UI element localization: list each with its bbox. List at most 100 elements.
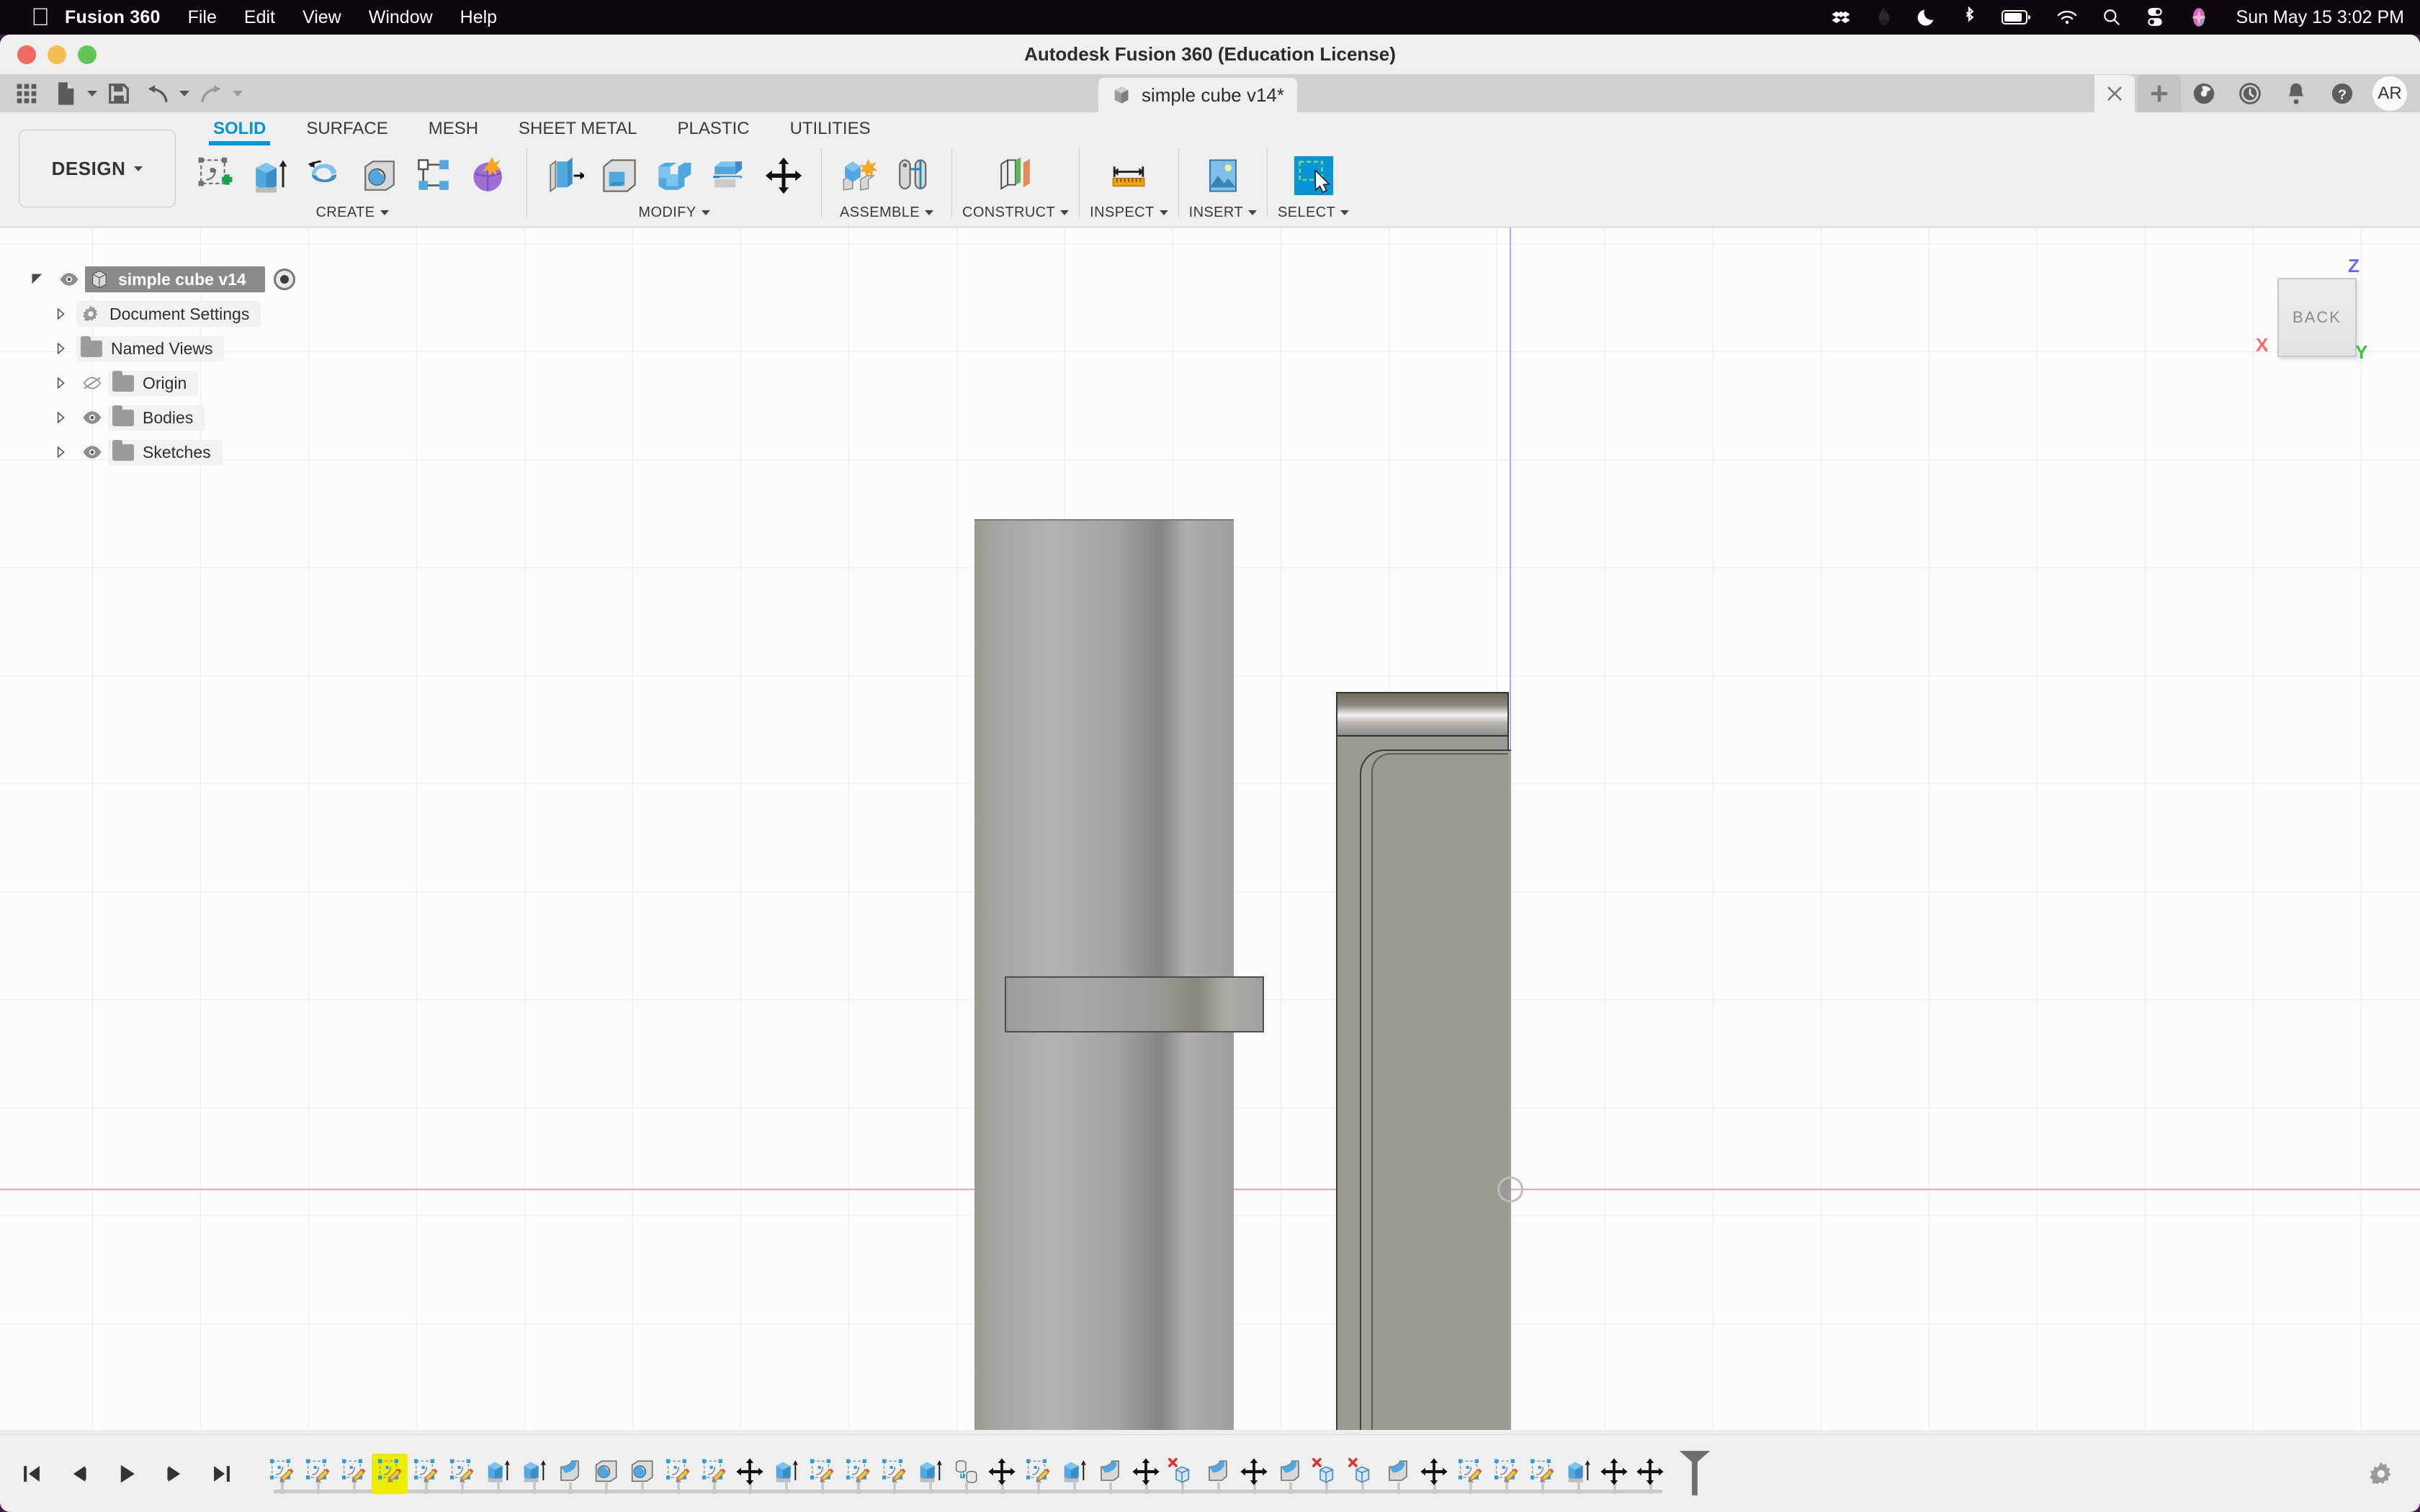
go-to-beginning-icon[interactable] [14,1455,49,1493]
expand-arrow-icon[interactable] [45,411,76,424]
timeline-feature[interactable] [984,1454,1020,1494]
activate-component-radio[interactable] [273,269,295,290]
create-form-icon[interactable] [462,149,516,202]
timeline-feature[interactable] [948,1454,984,1494]
browser-root-label-wrap[interactable]: simple cube v14 [85,266,265,292]
timeline-feature[interactable] [372,1453,408,1494]
panel-select-label[interactable]: SELECT [1278,204,1350,221]
expand-arrow-icon[interactable] [45,307,76,320]
visibility-icon[interactable] [53,272,85,287]
timeline-feature[interactable] [1128,1454,1164,1494]
siri-icon[interactable] [2189,0,2209,35]
timeline-feature[interactable] [588,1454,624,1494]
timeline-feature[interactable] [1056,1454,1092,1494]
browser-item-origin[interactable]: Origin [22,366,324,400]
view-cube[interactable]: BACK Z X Y [2240,249,2391,386]
timeline-feature[interactable] [336,1454,372,1494]
view-cube-face[interactable]: BACK [2277,278,2357,357]
panel-construct-label[interactable]: CONSTRUCT [962,204,1070,221]
timeline-feature[interactable] [1272,1454,1308,1494]
timeline-feature[interactable] [1200,1454,1236,1494]
panel-insert-label[interactable]: INSERT [1189,204,1258,221]
timeline-feature[interactable] [1632,1454,1668,1494]
new-component-icon[interactable] [832,149,887,202]
origin-point[interactable] [1497,1176,1523,1202]
avatar[interactable]: AR [2372,76,2407,111]
timeline-playhead[interactable] [1674,1448,1716,1502]
timeline-feature[interactable] [732,1454,768,1494]
browser-item-root[interactable]: simple cube v14 [22,262,324,297]
hole-icon[interactable] [352,149,407,202]
play-icon[interactable] [109,1455,144,1493]
insert-image-icon[interactable] [1196,149,1250,202]
app-grid-icon[interactable] [7,77,46,110]
timeline-feature[interactable] [1020,1454,1056,1494]
pattern-icon[interactable] [407,149,462,202]
timeline-feature[interactable] [480,1454,516,1494]
flame-icon[interactable] [1876,0,1892,35]
job-status-icon[interactable] [2227,75,2273,112]
panel-assemble-label[interactable]: ASSEMBLE [840,204,934,221]
tab-mesh[interactable]: MESH [408,112,498,145]
apple-menu-icon[interactable]:  [24,0,56,35]
timeline-feature[interactable] [1092,1454,1128,1494]
press-pull-icon[interactable] [537,149,592,202]
timeline-settings-gear-icon[interactable] [2364,1457,2398,1491]
save-icon[interactable] [99,77,138,110]
measure-icon[interactable] [1101,149,1156,202]
menu-view[interactable]: View [302,7,341,28]
panel-modify-label[interactable]: MODIFY [638,204,710,221]
extrude-icon[interactable] [243,149,297,202]
close-tab-button[interactable] [2094,75,2135,112]
shell-icon[interactable] [592,149,647,202]
workspace-switcher[interactable]: DESIGN [19,130,176,207]
timeline-feature[interactable] [1236,1454,1272,1494]
timeline-feature[interactable] [1524,1454,1560,1494]
create-sketch-icon[interactable] [188,149,243,202]
notifications-icon[interactable] [2273,75,2319,112]
browser-bodies-wrap[interactable]: Bodies [108,405,205,431]
wifi-icon[interactable] [2056,0,2078,35]
menu-help[interactable]: Help [460,7,497,28]
search-icon[interactable] [2102,0,2121,35]
battery-icon[interactable] [2001,0,2032,35]
browser-item-named-views[interactable]: Named Views [22,331,324,366]
bluetooth-icon[interactable] [1961,0,1977,35]
timeline-feature[interactable] [876,1454,912,1494]
panel-inspect-label[interactable]: INSPECT [1090,204,1168,221]
expand-arrow-icon[interactable] [45,377,76,390]
timeline-feature[interactable] [660,1454,696,1494]
rectangular-body-top-face[interactable] [1336,692,1509,737]
undo-icon[interactable] [138,77,177,110]
timeline-feature[interactable] [1560,1454,1596,1494]
timeline-feature[interactable] [1488,1454,1524,1494]
visibility-off-icon[interactable] [76,376,108,390]
timeline-feature[interactable] [696,1454,732,1494]
browser-item-document-settings[interactable]: Document Settings [22,297,324,331]
browser-document-settings-wrap[interactable]: Document Settings [76,301,261,327]
timeline-feature[interactable] [300,1454,336,1494]
timeline-feature[interactable] [1452,1454,1488,1494]
timeline-feature[interactable] [912,1454,948,1494]
browser-origin-wrap[interactable]: Origin [108,370,199,396]
split-face-icon[interactable] [702,149,756,202]
undo-dropdown-caret[interactable] [177,77,192,110]
cylinder-collar[interactable] [1005,976,1264,1032]
moon-icon[interactable] [1917,0,1937,35]
new-tab-button[interactable] [2138,75,2181,112]
timeline-feature[interactable] [1164,1454,1200,1494]
expand-arrow-icon[interactable] [45,342,76,355]
control-center-icon[interactable] [2146,0,2164,35]
timeline-feature[interactable] [1416,1454,1452,1494]
browser-sketches-wrap[interactable]: Sketches [108,439,223,465]
browser-item-sketches[interactable]: Sketches [22,435,324,469]
tab-plastic[interactable]: PLASTIC [658,112,770,145]
panel-create-label[interactable]: CREATE [315,204,389,221]
menu-file[interactable]: File [188,7,217,28]
combine-icon[interactable] [647,149,702,202]
joint-icon[interactable] [887,149,941,202]
timeline-feature[interactable] [264,1454,300,1494]
redo-icon[interactable] [192,77,230,110]
timeline-feature[interactable] [768,1454,804,1494]
timeline-feature[interactable] [1308,1454,1344,1494]
